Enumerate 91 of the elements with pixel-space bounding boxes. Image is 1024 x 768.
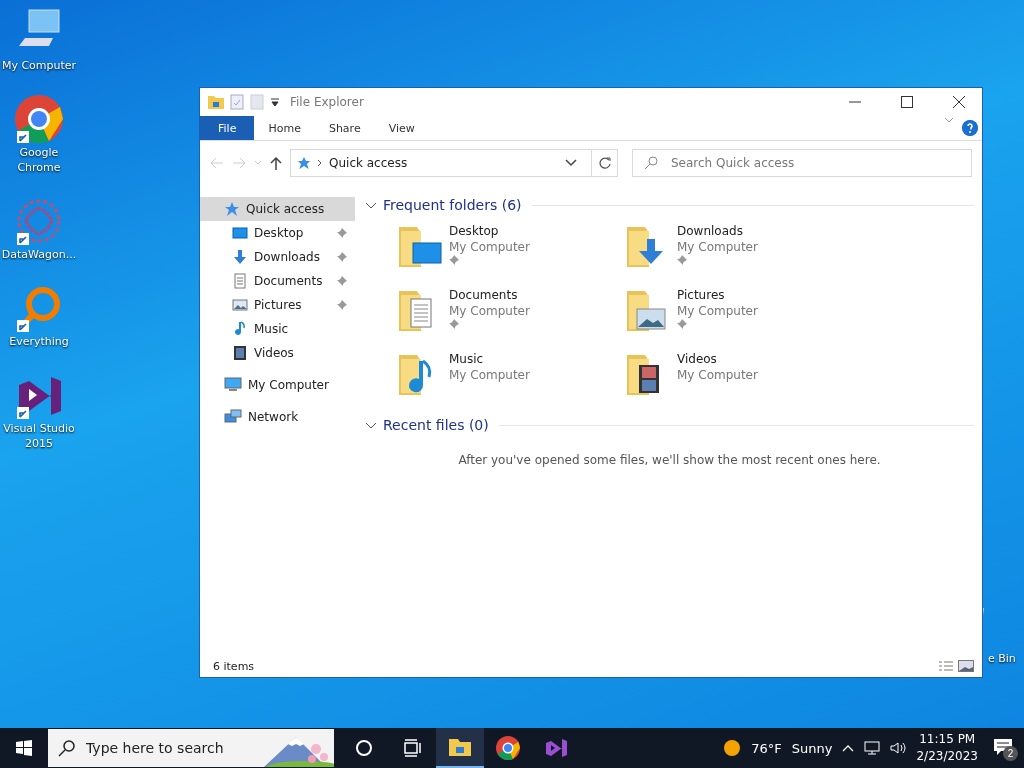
music-note-icon <box>232 321 248 337</box>
document-icon <box>232 273 248 289</box>
customize-caret-icon <box>270 97 280 107</box>
windows-logo-icon <box>16 740 32 756</box>
computer-icon <box>224 377 242 393</box>
maximize-icon <box>901 96 913 108</box>
close-icon <box>953 96 965 108</box>
clock-time[interactable]: 11:15 PM <box>919 731 976 748</box>
picture-icon <box>232 297 248 313</box>
film-icon <box>232 345 248 361</box>
notification-count: 2 <box>1003 746 1018 761</box>
desktop-icon <box>232 225 248 241</box>
empty-message: After you've opened some files, we'll show the most recent ones here. <box>458 453 881 467</box>
nav-item[interactable]: Music <box>200 317 355 341</box>
ribbon-tab[interactable]: View <box>374 116 429 140</box>
folder-location: My Computer <box>677 303 758 319</box>
folder-name[interactable]: Pictures <box>677 287 758 303</box>
network-icon <box>864 741 881 755</box>
nav-item[interactable]: Downloads <box>200 245 355 269</box>
address-path: Quick access <box>329 156 409 170</box>
help-icon[interactable] <box>962 120 978 136</box>
nav-item[interactable]: Pictures <box>200 293 355 317</box>
weather-condition[interactable]: Sunny <box>791 740 833 756</box>
chevron-up-icon <box>842 744 855 752</box>
thumbnail-view-icon <box>958 660 974 672</box>
pin-icon[interactable] <box>337 300 347 310</box>
visual-studio-icon <box>544 736 568 760</box>
up-arrow-icon <box>270 156 282 170</box>
breadcrumb-chevron-icon <box>317 159 323 167</box>
circle-icon <box>354 738 374 758</box>
recent-caret-icon <box>254 160 262 166</box>
download-arrow-icon <box>232 249 248 265</box>
pin-icon[interactable] <box>337 228 347 238</box>
desktop-icon-label[interactable]: e Bin <box>988 652 1016 665</box>
speaker-icon <box>890 741 907 755</box>
ribbon-tab[interactable]: Share <box>314 116 375 140</box>
folder-location: My Computer <box>449 239 530 255</box>
back-arrow-icon <box>210 157 224 169</box>
desktop-icon-label[interactable]: My Computer <box>0 58 78 73</box>
taskbar-app-button[interactable] <box>436 728 484 768</box>
desktop-icon-label[interactable]: DataWagon... <box>0 247 78 262</box>
new-folder-icon <box>250 94 264 110</box>
expand-ribbon-icon <box>944 116 954 124</box>
mandala-icon <box>15 197 63 245</box>
folder-name[interactable]: Music <box>449 351 530 367</box>
refresh-icon <box>598 157 611 169</box>
file-menu-button[interactable]: File <box>200 116 255 140</box>
search-field[interactable]: Search Quick access <box>632 149 972 177</box>
nav-item[interactable]: My Computer <box>200 373 355 397</box>
star-icon <box>224 201 240 217</box>
dropdown-caret-icon <box>565 159 577 167</box>
folder-location: My Computer <box>677 239 758 255</box>
ribbon-tab[interactable]: Home <box>254 116 315 140</box>
search-icon <box>58 739 76 757</box>
folder-location: My Computer <box>449 303 530 319</box>
large-icons-view-button[interactable] <box>956 658 976 674</box>
section-heading[interactable]: Recent files (0) <box>383 417 489 433</box>
nav-item[interactable]: Videos <box>200 341 355 365</box>
folder-name[interactable]: Desktop <box>449 223 530 239</box>
nav-item[interactable]: Documents <box>200 269 355 293</box>
folder-location: My Computer <box>677 367 758 383</box>
folder-name[interactable]: Documents <box>449 287 530 303</box>
folder-name[interactable]: Downloads <box>677 223 758 239</box>
folder-icon <box>448 737 472 757</box>
pin-icon[interactable] <box>337 276 347 286</box>
nav-item[interactable]: Network <box>200 405 355 429</box>
details-view-icon <box>938 660 954 672</box>
chrome-icon <box>15 95 63 143</box>
clock-date[interactable]: 2/23/2023 <box>916 748 978 765</box>
refresh-button[interactable] <box>592 149 618 177</box>
nav-item[interactable]: Desktop <box>200 221 355 245</box>
chrome-icon <box>496 736 520 760</box>
notifications-button[interactable]: 2 <box>988 733 1018 763</box>
window-title: File Explorer <box>290 95 365 109</box>
pin-icon[interactable] <box>337 252 347 262</box>
forward-arrow-icon <box>232 157 246 169</box>
network-icon <box>224 409 242 425</box>
sun-icon <box>723 739 742 757</box>
nav-item[interactable]: Quick access <box>200 197 355 221</box>
star-icon <box>297 156 311 170</box>
desktop-icon-label[interactable]: Google Chrome <box>0 145 78 175</box>
folder-icon <box>208 95 224 109</box>
section-heading[interactable]: Frequent folders (6) <box>383 197 522 213</box>
task-view-icon <box>402 738 422 758</box>
temperature[interactable]: 76°F <box>751 740 782 756</box>
folder-location: My Computer <box>449 367 530 383</box>
properties-icon <box>230 94 244 110</box>
taskbar-search-field[interactable]: Type here to search <box>48 729 334 767</box>
folder-name[interactable]: Videos <box>677 351 758 367</box>
item-count: 6 items <box>213 659 255 673</box>
address-bar[interactable]: Quick access <box>290 149 592 177</box>
